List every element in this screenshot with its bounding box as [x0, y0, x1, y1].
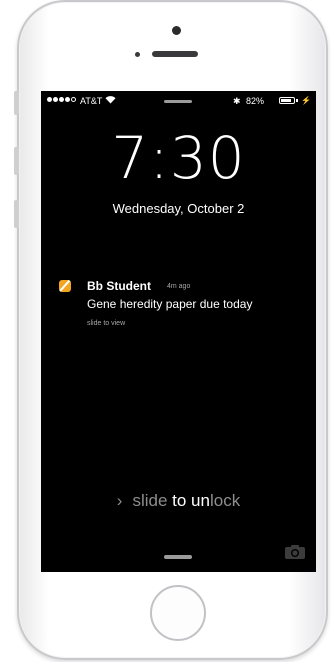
slide-text-prefix: slide — [132, 491, 173, 510]
bluetooth-icon: ✱ — [233, 96, 241, 106]
slide-to-unlock[interactable]: › slide to unlock — [41, 491, 316, 511]
signal-dots-icon — [47, 97, 76, 102]
lock-screen-time: 7:30 — [111, 124, 246, 192]
mute-switch — [14, 91, 19, 115]
chevron-right-icon: › — [116, 491, 123, 510]
lock-screen: AT&T ✱ 82% ⚡ 7:30 Wednesday, October 2 B… — [41, 91, 316, 572]
notification-center-handle[interactable] — [164, 100, 192, 103]
front-camera — [172, 26, 181, 35]
notification-message[interactable]: Gene heredity paper due today — [87, 297, 252, 311]
slide-text-highlight: to un — [172, 491, 210, 510]
lock-screen-date: Wednesday, October 2 — [112, 201, 245, 216]
charging-icon: ⚡ — [301, 96, 311, 105]
battery-percent: 82% — [246, 96, 265, 106]
wifi-icon — [105, 96, 116, 104]
battery-tip — [296, 99, 298, 102]
slide-text-suffix: lock — [209, 491, 241, 510]
notification-app-name[interactable]: Bb Student — [87, 279, 151, 293]
home-button[interactable] — [150, 585, 206, 641]
proximity-sensor — [135, 52, 140, 57]
volume-down-button — [14, 200, 19, 228]
notification-time: 4m ago — [167, 283, 191, 290]
earpiece-speaker — [152, 51, 198, 57]
carrier-label: AT&T — [80, 96, 103, 106]
control-center-handle[interactable] — [164, 555, 192, 559]
battery-icon — [279, 97, 295, 104]
volume-up-button — [14, 147, 19, 175]
bb-student-app-icon[interactable] — [59, 280, 71, 292]
status-bar: AT&T ✱ 82% ⚡ — [41, 91, 316, 111]
notification-hint: slide to view — [87, 320, 126, 327]
camera-icon[interactable] — [284, 544, 306, 560]
